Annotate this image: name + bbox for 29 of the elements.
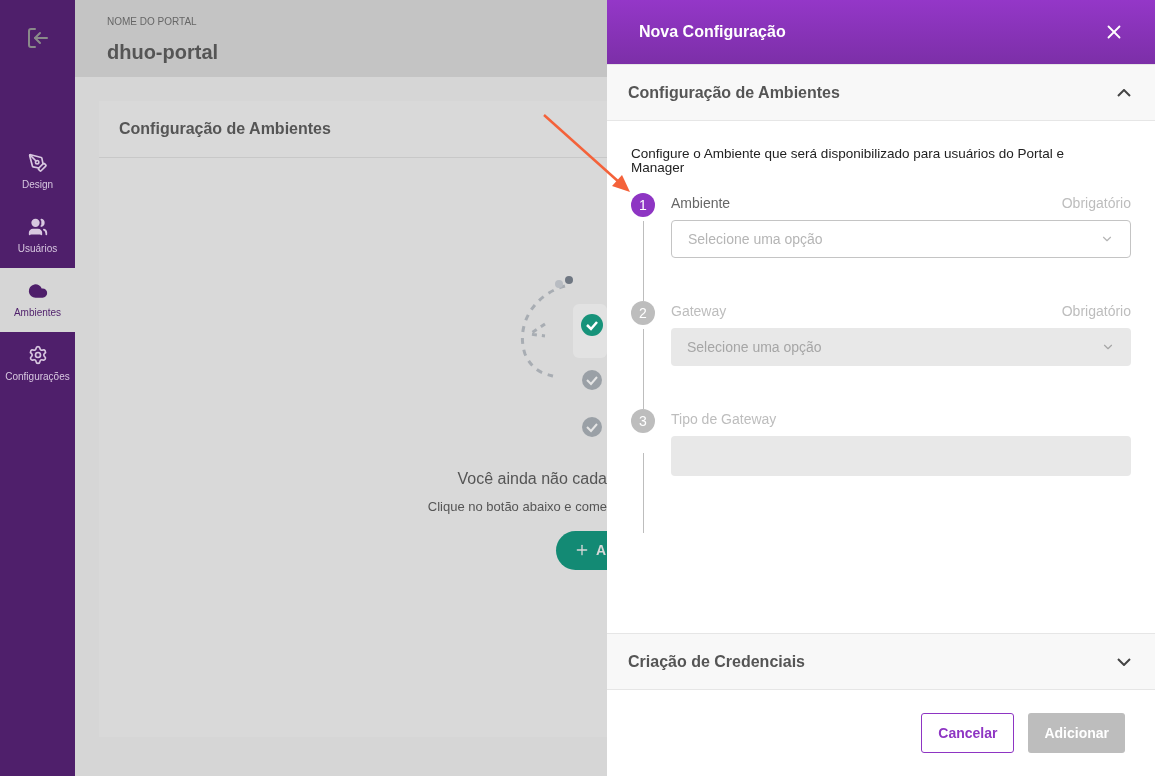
drawer-title: Nova Configuração: [639, 22, 786, 42]
step-number: 2: [631, 301, 655, 325]
accordion-header[interactable]: Configuração de Ambientes: [607, 64, 1155, 121]
design-icon: [27, 152, 48, 173]
plus-icon: [574, 542, 590, 558]
required-label: Obrigatório: [1061, 194, 1131, 213]
field-label: Gateway: [671, 302, 727, 321]
chevron-down-icon: [1117, 657, 1131, 666]
empty-state-title: Você ainda não cada: [457, 469, 607, 489]
sidebar-item[interactable]: Configurações: [0, 332, 75, 396]
step-number: 3: [631, 409, 655, 433]
exit-icon[interactable]: [25, 26, 50, 50]
field-label: Ambiente: [671, 194, 731, 213]
section-description: Configure o Ambiente que será disponibilizado para usuários do Portal e Manager: [631, 147, 1066, 175]
required-label: Obrigatório: [1061, 302, 1131, 321]
empty-state-text: Clique no botão abaixo e come: [427, 498, 607, 516]
settings-icon: [27, 344, 48, 365]
step-number: 1: [631, 193, 655, 217]
chevron-up-icon: [1117, 88, 1131, 97]
accordion-header[interactable]: Criação de Credenciais: [607, 633, 1155, 690]
header-caption: NOME DO PORTAL: [107, 15, 198, 29]
card-title: Configuração de Ambientes: [119, 119, 331, 139]
sidebar-item[interactable]: Usuários: [0, 204, 75, 268]
users-icon: [27, 216, 48, 237]
cancel-button[interactable]: Cancelar: [921, 713, 1015, 753]
portal-title: dhuo-portal: [107, 40, 220, 65]
sidebar-item[interactable]: Ambientes: [0, 268, 75, 332]
field-label: Tipo de Gateway: [671, 410, 777, 429]
sidebar-item[interactable]: Design: [0, 140, 75, 204]
